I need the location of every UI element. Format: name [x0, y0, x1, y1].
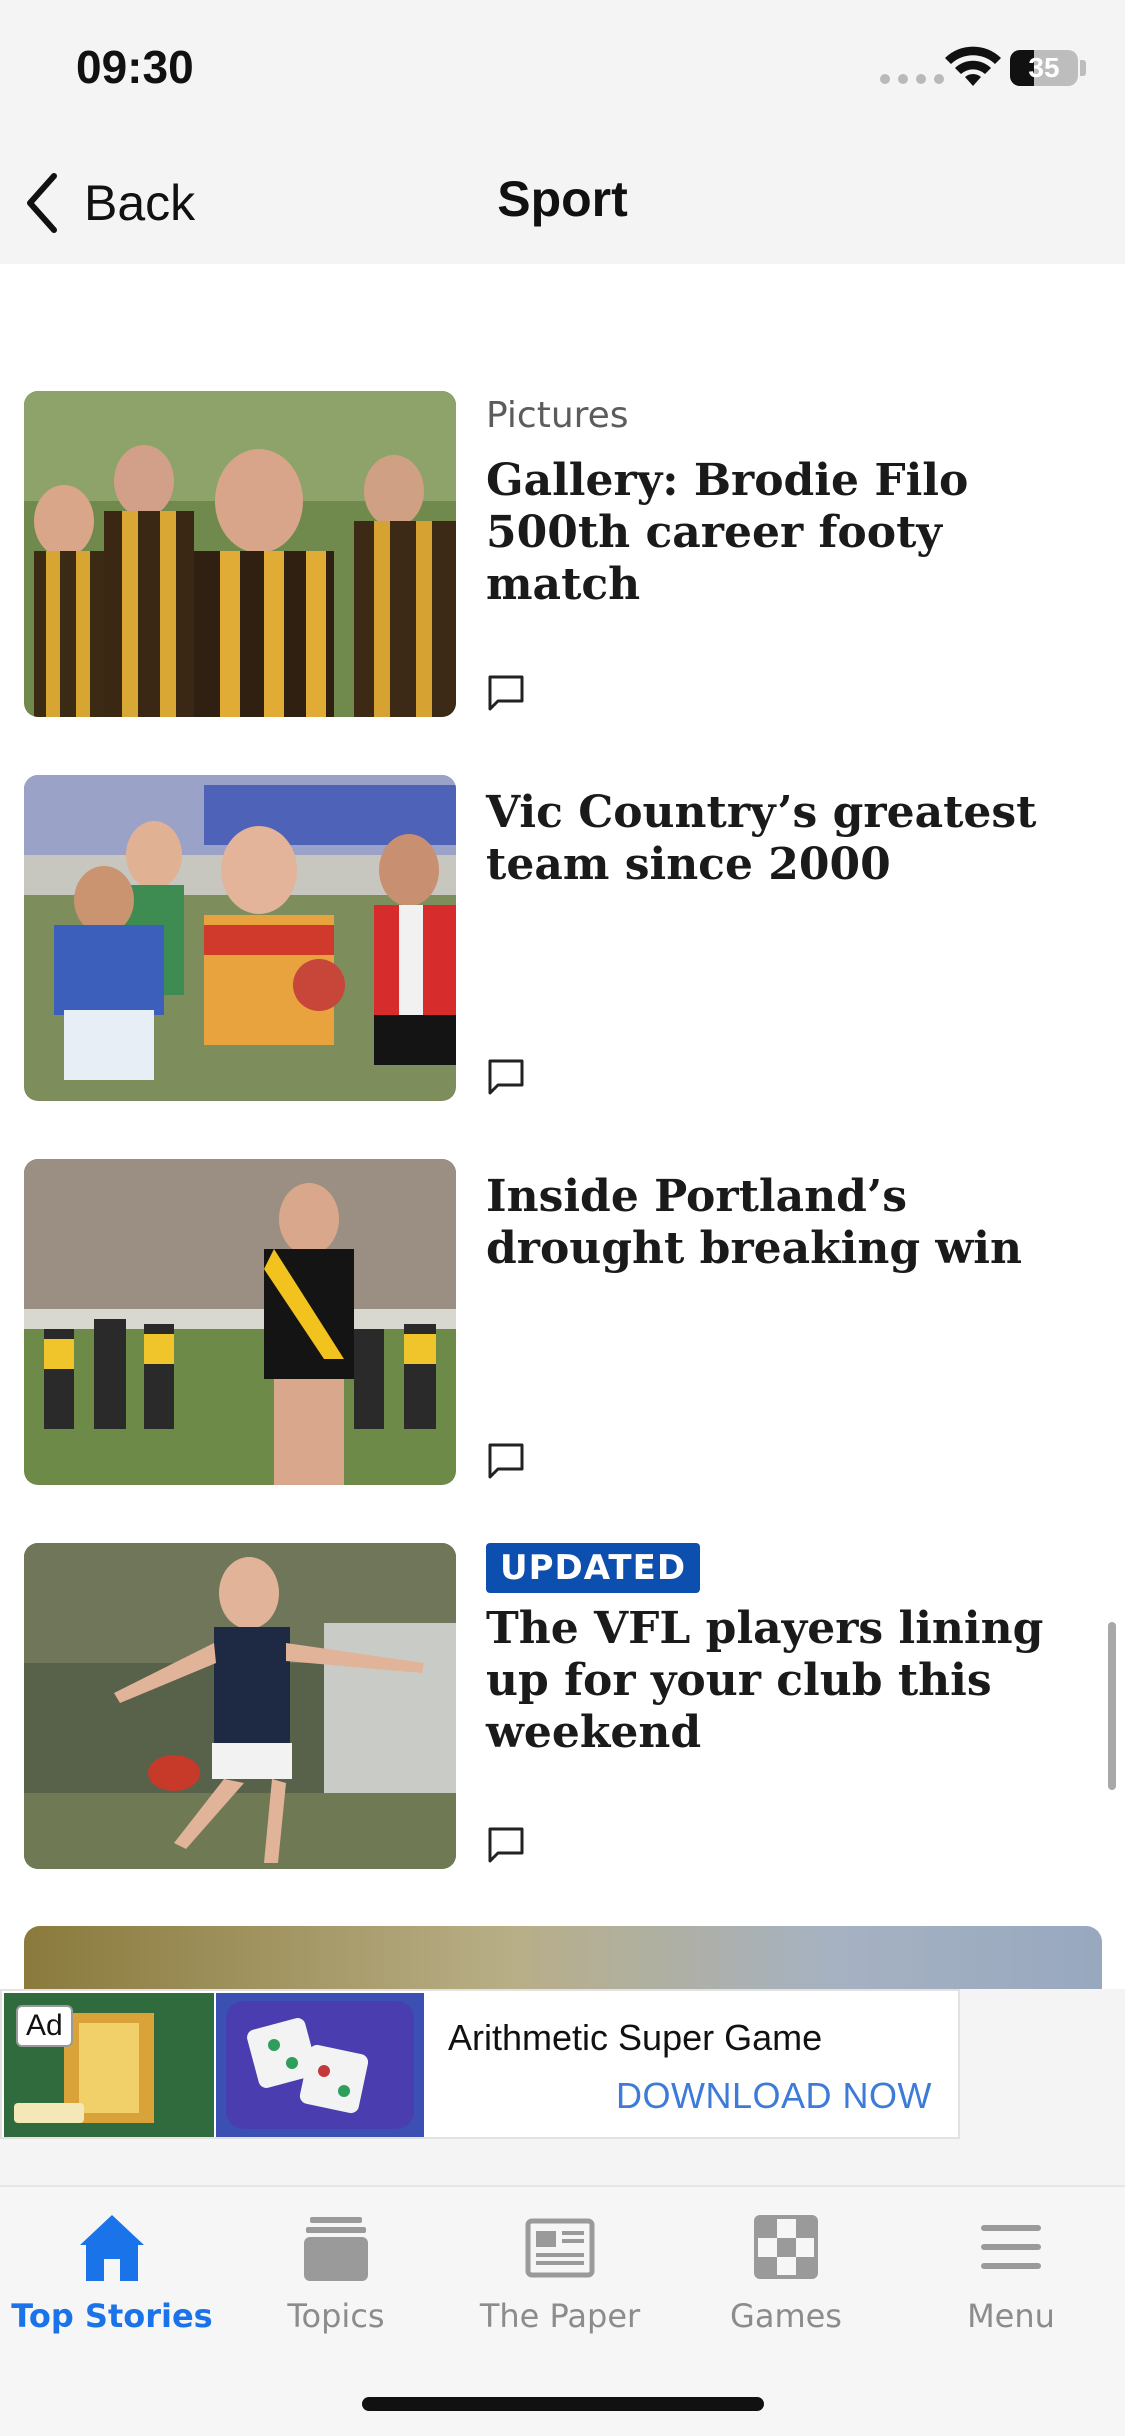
hamburger-menu-icon	[981, 2225, 1041, 2269]
article-thumbnail-partial[interactable]	[24, 1926, 1102, 1989]
tab-label: Top Stories	[11, 2297, 213, 2335]
battery-level: 35	[1028, 52, 1060, 83]
article-thumbnail	[24, 1159, 456, 1485]
home-icon	[80, 2215, 144, 2281]
tab-the-paper[interactable]: The Paper	[450, 2207, 670, 2357]
tab-games[interactable]: Games	[676, 2207, 896, 2357]
article-headline: Gallery: Brodie Filo 500th career footy …	[486, 455, 969, 610]
tab-top-stories[interactable]: Top Stories	[2, 2207, 222, 2357]
ad-download-button[interactable]: DOWNLOAD NOW	[616, 2075, 932, 2117]
comment-bubble-icon[interactable]	[486, 1441, 526, 1481]
navigation-bar: Back Sport	[0, 140, 1125, 264]
tab-label: Games	[730, 2297, 842, 2335]
battery-tip	[1080, 60, 1086, 76]
article-thumbnail	[24, 1543, 456, 1869]
stack-icon	[304, 2217, 368, 2281]
tab-topics[interactable]: Topics	[226, 2207, 446, 2357]
scroll-indicator[interactable]	[1108, 1622, 1116, 1790]
ad-title: Arithmetic Super Game	[448, 2017, 823, 2058]
ad-image: Ad	[4, 1993, 424, 2137]
home-indicator[interactable]	[362, 2397, 764, 2411]
checkerboard-icon	[754, 2215, 818, 2279]
updated-badge: UPDATED	[486, 1543, 701, 1593]
article-item[interactable]: Vic Country’s greatest team since 2000	[24, 775, 1104, 1101]
article-item[interactable]: Inside Portland’s drought breaking win	[24, 1159, 1104, 1485]
tab-menu[interactable]: Menu	[901, 2207, 1121, 2357]
comment-bubble-icon[interactable]	[486, 1057, 526, 1097]
article-item[interactable]: UPDATED The VFL players lining up for yo…	[24, 1543, 1104, 1869]
wifi-icon	[945, 46, 1001, 86]
cellular-signal-icon	[880, 74, 944, 84]
battery-icon: 35	[1010, 50, 1078, 86]
tab-label: Topics	[287, 2297, 385, 2335]
comment-bubble-icon[interactable]	[486, 1825, 526, 1865]
article-headline: The VFL players lining up for your club …	[486, 1603, 1044, 1758]
ad-area: Ad Arithmetic Super Game DOWNLOAD NOW	[0, 1989, 1125, 2185]
tab-label: The Paper	[479, 2297, 641, 2335]
article-list: Pictures Gallery: Brodie Filo 500th care…	[0, 264, 1125, 1989]
ad-banner[interactable]: Ad Arithmetic Super Game DOWNLOAD NOW	[0, 1989, 960, 2139]
tab-label: Menu	[967, 2297, 1055, 2335]
page-title: Sport	[497, 171, 628, 227]
article-headline: Inside Portland’s drought breaking win	[486, 1171, 1022, 1274]
article-headline: Vic Country’s greatest team since 2000	[486, 787, 1037, 890]
status-bar: 09:30 35	[0, 0, 1125, 140]
status-time: 09:30	[76, 41, 194, 93]
article-item[interactable]: Pictures Gallery: Brodie Filo 500th care…	[24, 391, 1104, 717]
comment-bubble-icon[interactable]	[486, 673, 526, 713]
ad-label: Ad	[16, 2005, 73, 2047]
newspaper-icon	[525, 2218, 595, 2278]
article-thumbnail	[24, 775, 456, 1101]
article-kicker: Pictures	[486, 395, 629, 436]
article-thumbnail	[24, 391, 456, 717]
